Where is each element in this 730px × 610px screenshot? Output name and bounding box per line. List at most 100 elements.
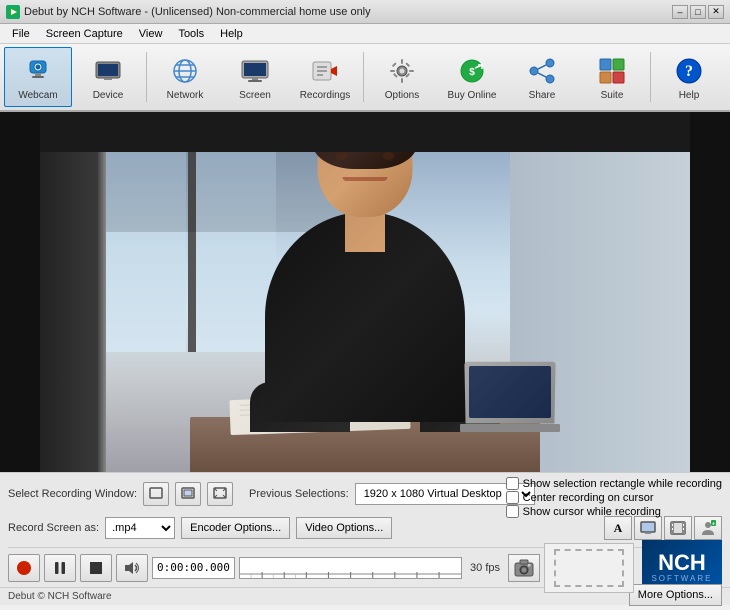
menu-help[interactable]: Help xyxy=(212,26,251,42)
region-select-btn[interactable] xyxy=(175,482,201,506)
recordings-icon xyxy=(307,53,343,89)
buy-online-icon: $ xyxy=(454,53,490,89)
toolbar-separator-2 xyxy=(363,52,364,102)
show-cursor-label: Show cursor while recording xyxy=(523,506,661,518)
minimize-button[interactable]: – xyxy=(672,5,688,19)
help-label: Help xyxy=(679,90,700,101)
share-label: Share xyxy=(529,90,556,101)
menu-screen-capture[interactable]: Screen Capture xyxy=(38,26,131,42)
toolbar-btn-screen[interactable]: Screen xyxy=(221,47,289,107)
svg-text:?: ? xyxy=(685,63,693,80)
record-dot-icon xyxy=(17,561,31,575)
toolbar-btn-options[interactable]: Options xyxy=(368,47,436,107)
suite-icon xyxy=(594,53,630,89)
fullscreen-select-btn[interactable] xyxy=(207,482,233,506)
buy-online-label: Buy Online xyxy=(448,90,497,101)
center-recording-checkbox[interactable] xyxy=(506,491,519,504)
window-select-btn[interactable] xyxy=(143,482,169,506)
encoder-options-button[interactable]: Encoder Options... xyxy=(181,517,290,539)
person-overlay-btn[interactable]: + xyxy=(694,516,722,540)
help-icon: ? xyxy=(671,53,707,89)
record-button[interactable] xyxy=(8,554,40,582)
time-display: 0:00:00.000 xyxy=(152,557,235,579)
center-recording-checkbox-row[interactable]: Center recording on cursor xyxy=(506,491,722,504)
video-options-button[interactable]: Video Options... xyxy=(296,517,392,539)
options-label: Options xyxy=(385,90,419,101)
toolbar-btn-suite[interactable]: Suite xyxy=(578,47,646,107)
show-cursor-checkbox[interactable] xyxy=(506,505,519,518)
video-right-panel xyxy=(690,112,730,472)
toolbar-btn-device[interactable]: Device xyxy=(74,47,142,107)
snapshot-button[interactable] xyxy=(508,554,540,582)
snapshot-icon xyxy=(514,559,534,577)
menu-bar: File Screen Capture View Tools Help xyxy=(0,24,730,44)
show-selection-label: Show selection rectangle while recording xyxy=(523,478,722,490)
toolbar-btn-buy-online[interactable]: $ Buy Online xyxy=(438,47,506,107)
time-value: 0:00:00.000 xyxy=(157,561,230,574)
more-options-button[interactable]: More Options... xyxy=(629,584,722,606)
network-icon xyxy=(167,53,203,89)
title-bar: Debut by NCH Software - (Unlicensed) Non… xyxy=(0,0,730,24)
fps-display: 30 fps xyxy=(466,562,504,574)
record-screen-label: Record Screen as: xyxy=(8,522,99,534)
thumbnail-dashes xyxy=(554,549,624,587)
menu-view[interactable]: View xyxy=(131,26,171,42)
right-icon-buttons: A + xyxy=(604,516,722,540)
webcam-icon xyxy=(20,53,56,89)
window-controls: – □ ✕ xyxy=(672,5,724,19)
select-recording-row: Select Recording Window: Previous Select… xyxy=(8,477,722,511)
title-bar-left: Debut by NCH Software - (Unlicensed) Non… xyxy=(6,5,371,19)
center-recording-label: Center recording on cursor xyxy=(523,492,654,504)
restore-button[interactable]: □ xyxy=(690,5,706,19)
device-label: Device xyxy=(93,90,124,101)
volume-button[interactable] xyxy=(116,554,148,582)
share-icon xyxy=(524,53,560,89)
controls-area: Select Recording Window: Previous Select… xyxy=(0,472,730,587)
device-icon xyxy=(90,53,126,89)
stop-button[interactable] xyxy=(80,554,112,582)
webcam-label: Webcam xyxy=(18,90,57,101)
menu-tools[interactable]: Tools xyxy=(170,26,212,42)
toolbar-separator-3 xyxy=(650,52,651,102)
previous-selections-label: Previous Selections: xyxy=(249,488,349,500)
screen-icon xyxy=(237,53,273,89)
recordings-label: Recordings xyxy=(300,90,351,101)
text-overlay-btn[interactable]: A xyxy=(604,516,632,540)
nch-logo-text: NCH xyxy=(658,552,706,574)
format-select[interactable]: .mp4 .avi .wmv xyxy=(105,517,175,539)
nch-logo-subtext: SOFTWARE xyxy=(651,574,712,583)
toolbar-btn-webcam[interactable]: Webcam xyxy=(4,47,72,107)
toolbar-btn-network[interactable]: Network xyxy=(151,47,219,107)
toolbar-btn-share[interactable]: Share xyxy=(508,47,576,107)
close-button[interactable]: ✕ xyxy=(708,5,724,19)
film-overlay-btn[interactable] xyxy=(664,516,692,540)
volume-icon xyxy=(124,561,140,575)
menu-file[interactable]: File xyxy=(4,26,38,42)
status-text: Debut © NCH Software xyxy=(8,591,112,602)
toolbar-separator-1 xyxy=(146,52,147,102)
show-cursor-checkbox-row[interactable]: Show cursor while recording xyxy=(506,505,722,518)
pause-icon xyxy=(54,561,66,575)
app-icon xyxy=(6,5,20,19)
toolbar-btn-help[interactable]: ? Help xyxy=(655,47,723,107)
thumbnail-preview xyxy=(544,543,634,593)
network-label: Network xyxy=(167,90,204,101)
show-selection-checkbox[interactable] xyxy=(506,477,519,490)
window-title: Debut by NCH Software - (Unlicensed) Non… xyxy=(24,6,371,18)
pause-button[interactable] xyxy=(44,554,76,582)
select-recording-label: Select Recording Window: xyxy=(8,488,137,500)
video-area xyxy=(0,112,730,472)
svg-text:$: $ xyxy=(469,67,475,78)
options-icon xyxy=(384,53,420,89)
stop-icon xyxy=(90,562,102,574)
monitor-overlay-btn[interactable] xyxy=(634,516,662,540)
progress-bar[interactable] xyxy=(239,557,462,579)
suite-label: Suite xyxy=(601,90,624,101)
toolbar: Webcam Device Network xyxy=(0,44,730,112)
svg-text:+: + xyxy=(712,522,715,528)
screen-label: Screen xyxy=(239,90,271,101)
video-left-panel xyxy=(0,112,40,472)
playback-row: 0:00:00.000 xyxy=(8,547,722,583)
show-selection-checkbox-row[interactable]: Show selection rectangle while recording xyxy=(506,477,722,490)
toolbar-btn-recordings[interactable]: Recordings xyxy=(291,47,359,107)
